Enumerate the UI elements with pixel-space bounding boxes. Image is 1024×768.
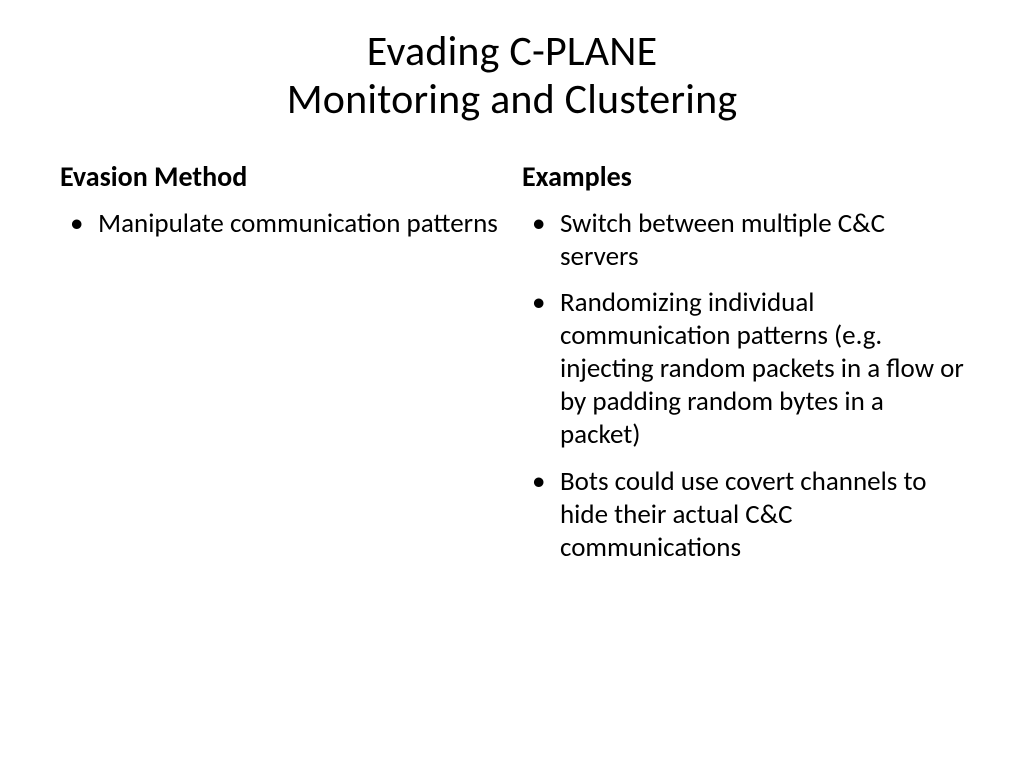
slide: Evading C-PLANE Monitoring and Clusterin… [0,0,1024,768]
list-item: Switch between multiple C&C servers [522,208,964,274]
title-line-1: Evading C-PLANE [367,26,658,77]
content-columns: Evasion Method Manipulate communication … [60,159,964,579]
left-column: Evasion Method Manipulate communication … [60,159,502,579]
title-line-2: Monitoring and Clustering [287,74,738,125]
right-bullets: Switch between multiple C&C servers Rand… [522,208,964,565]
right-heading: Examples [522,159,964,194]
left-heading: Evasion Method [60,159,502,194]
list-item: Randomizing individual communication pat… [522,287,964,452]
list-item: Bots could use covert channels to hide t… [522,466,964,565]
list-item: Manipulate communication patterns [60,208,502,241]
left-bullets: Manipulate communication patterns [60,208,502,241]
right-column: Examples Switch between multiple C&C ser… [522,159,964,579]
slide-title: Evading C-PLANE Monitoring and Clusterin… [60,28,964,125]
